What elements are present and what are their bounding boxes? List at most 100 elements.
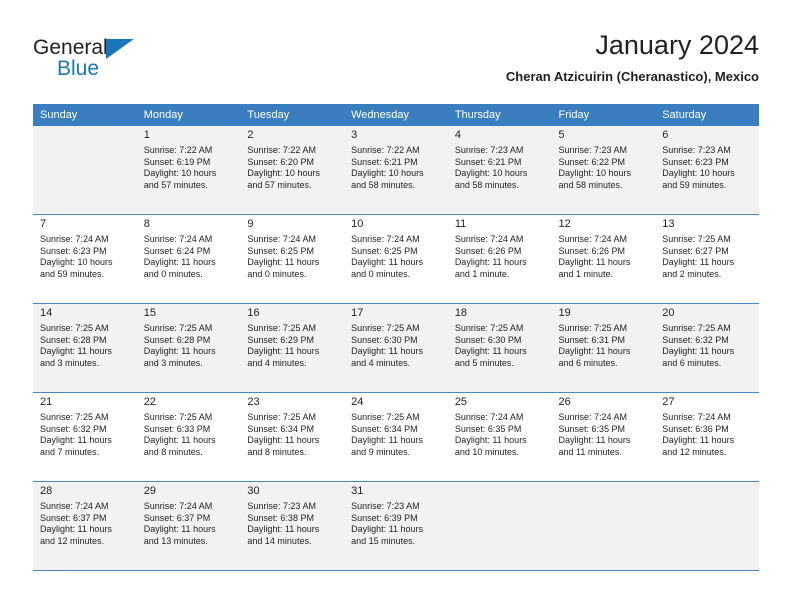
day-number: 14 xyxy=(40,307,53,319)
calendar-day-cell[interactable]: 6 Sunrise: 7:23 AM Sunset: 6:23 PM Daylight… xyxy=(655,126,759,215)
sunset-text: Sunset: 6:38 PM xyxy=(247,512,314,523)
logo-text-blue: Blue xyxy=(57,57,100,80)
sunset-text: Sunset: 6:19 PM xyxy=(143,156,211,167)
calendar-day-cell[interactable]: 29 Sunrise: 7:24 AM Sunset: 6:37 PM Dayligh… xyxy=(136,481,241,571)
day-number: 17 xyxy=(351,307,364,319)
daylight-text-line1: Daylight: 11 hours xyxy=(40,524,112,535)
weekday-header-sunday: Sunday xyxy=(33,104,137,126)
sunset-text: Sunset: 6:34 PM xyxy=(247,423,314,434)
calendar-day-cell[interactable]: 10 Sunrise: 7:24 AM Sunset: 6:25 PM Dayligh… xyxy=(344,214,448,304)
calendar-day-cell[interactable]: 23 Sunrise: 7:25 AM Sunset: 6:34 PM Dayligh… xyxy=(240,392,345,482)
daylight-text-line1: Daylight: 11 hours xyxy=(40,435,112,446)
calendar-body: 1 Sunrise: 7:22 AM Sunset: 6:19 PM Daylight… xyxy=(33,126,759,571)
sunrise-text: Sunrise: 7:25 AM xyxy=(143,412,213,422)
calendar-day-cell-empty xyxy=(551,481,656,571)
calendar-day-cell[interactable]: 2 Sunrise: 7:22 AM Sunset: 6:20 PM Daylight… xyxy=(240,126,345,215)
calendar-day-cell[interactable]: 25 Sunrise: 7:24 AM Sunset: 6:35 PM Dayligh… xyxy=(447,392,552,482)
daylight-text-line2: and 14 minutes. xyxy=(247,535,312,546)
daylight-text-line2: and 5 minutes. xyxy=(454,357,514,368)
calendar-day-cell[interactable]: 15 Sunrise: 7:25 AM Sunset: 6:28 PM Dayligh… xyxy=(136,303,241,393)
sunset-text: Sunset: 6:27 PM xyxy=(662,245,729,256)
day-number: 21 xyxy=(40,396,53,408)
calendar-day-cell[interactable]: 1 Sunrise: 7:22 AM Sunset: 6:19 PM Daylight… xyxy=(136,126,241,215)
daylight-text-line1: Daylight: 11 hours xyxy=(143,524,216,535)
day-details: Sunrise: 7:25 AM Sunset: 6:27 PM Daylight:… xyxy=(662,234,753,280)
calendar-day-cell[interactable]: 5 Sunrise: 7:23 AM Sunset: 6:22 PM Daylight… xyxy=(551,126,656,215)
calendar-day-cell[interactable]: 17 Sunrise: 7:25 AM Sunset: 6:30 PM Dayligh… xyxy=(344,303,448,393)
daylight-text-line2: and 3 minutes. xyxy=(40,357,100,368)
sunset-text: Sunset: 6:31 PM xyxy=(558,334,626,345)
daylight-text-line1: Daylight: 11 hours xyxy=(247,346,320,357)
daylight-text-line1: Daylight: 10 hours xyxy=(558,168,632,179)
calendar-day-cell[interactable]: 28 Sunrise: 7:24 AM Sunset: 6:37 PM Dayligh… xyxy=(33,481,137,571)
daylight-text-line2: and 10 minutes. xyxy=(454,446,519,457)
daylight-text-line2: and 0 minutes. xyxy=(351,268,411,279)
day-details: Sunrise: 7:23 AM Sunset: 6:22 PM Daylight:… xyxy=(559,145,650,191)
sunrise-text: Sunrise: 7:24 AM xyxy=(143,501,213,511)
sunrise-text: Sunrise: 7:24 AM xyxy=(247,234,316,244)
calendar-day-cell[interactable]: 16 Sunrise: 7:25 AM Sunset: 6:29 PM Dayligh… xyxy=(240,303,345,393)
daylight-text-line1: Daylight: 10 hours xyxy=(143,168,217,179)
sunset-text: Sunset: 6:22 PM xyxy=(558,156,626,167)
daylight-text-line1: Daylight: 10 hours xyxy=(351,168,424,179)
daylight-text-line2: and 57 minutes. xyxy=(247,179,312,190)
calendar-day-cell[interactable]: 19 Sunrise: 7:25 AM Sunset: 6:31 PM Dayligh… xyxy=(551,303,656,393)
day-number: 1 xyxy=(143,129,150,141)
day-details: Sunrise: 7:24 AM Sunset: 6:25 PM Daylight:… xyxy=(247,234,338,280)
calendar-day-cell[interactable]: 31 Sunrise: 7:23 AM Sunset: 6:39 PM Dayligh… xyxy=(344,481,448,571)
sunset-text: Sunset: 6:26 PM xyxy=(558,245,626,256)
calendar-day-cell[interactable]: 13 Sunrise: 7:25 AM Sunset: 6:27 PM Dayligh… xyxy=(655,214,759,304)
sunrise-text: Sunrise: 7:24 AM xyxy=(351,234,420,244)
sunset-text: Sunset: 6:25 PM xyxy=(247,245,314,256)
calendar-day-cell[interactable]: 14 Sunrise: 7:25 AM Sunset: 6:28 PM Dayligh… xyxy=(33,303,137,393)
day-details: Sunrise: 7:25 AM Sunset: 6:32 PM Daylight:… xyxy=(662,323,753,369)
calendar-day-cell[interactable]: 8 Sunrise: 7:24 AM Sunset: 6:24 PM Daylight… xyxy=(136,214,241,304)
day-details: Sunrise: 7:25 AM Sunset: 6:28 PM Daylight:… xyxy=(144,323,235,369)
calendar-day-cell[interactable]: 20 Sunrise: 7:25 AM Sunset: 6:32 PM Dayligh… xyxy=(655,303,759,393)
calendar-day-cell[interactable]: 27 Sunrise: 7:24 AM Sunset: 6:36 PM Dayligh… xyxy=(655,392,759,482)
day-details: Sunrise: 7:24 AM Sunset: 6:36 PM Daylight:… xyxy=(662,412,753,458)
daylight-text-line1: Daylight: 11 hours xyxy=(454,257,527,268)
calendar-day-cell[interactable]: 9 Sunrise: 7:24 AM Sunset: 6:25 PM Daylight… xyxy=(240,214,345,304)
sunrise-text: Sunrise: 7:23 AM xyxy=(662,145,731,155)
sunrise-text: Sunrise: 7:25 AM xyxy=(247,412,316,422)
title-block: January 2024 Cheran Atzicuirin (Cheranas… xyxy=(506,28,759,86)
day-details: Sunrise: 7:24 AM Sunset: 6:23 PM Daylight:… xyxy=(40,234,131,280)
calendar-day-cell[interactable]: 12 Sunrise: 7:24 AM Sunset: 6:26 PM Dayligh… xyxy=(551,214,656,304)
weekday-header-row: Sunday Monday Tuesday Wednesday Thursday Frid… xyxy=(33,104,759,126)
calendar-day-cell[interactable]: 4 Sunrise: 7:23 AM Sunset: 6:21 PM Daylight… xyxy=(447,126,552,215)
day-details: Sunrise: 7:25 AM Sunset: 6:31 PM Daylight:… xyxy=(559,323,650,369)
daylight-text-line2: and 11 minutes. xyxy=(558,446,622,457)
calendar-day-cell[interactable]: 26 Sunrise: 7:24 AM Sunset: 6:35 PM Dayligh… xyxy=(551,392,656,482)
day-number: 31 xyxy=(351,485,364,497)
day-number: 5 xyxy=(558,129,565,141)
daylight-text-line2: and 6 minutes. xyxy=(662,357,722,368)
day-details: Sunrise: 7:25 AM Sunset: 6:33 PM Daylight:… xyxy=(144,412,235,458)
calendar-day-cell-empty xyxy=(655,481,759,571)
calendar-table: Sunday Monday Tuesday Wednesday Thursday Frid… xyxy=(33,104,759,571)
calendar-day-cell[interactable]: 30 Sunrise: 7:23 AM Sunset: 6:38 PM Dayligh… xyxy=(240,481,345,571)
calendar-day-cell[interactable]: 24 Sunrise: 7:25 AM Sunset: 6:34 PM Dayligh… xyxy=(344,392,448,482)
general-blue-logo[interactable]: General Blue xyxy=(33,36,213,84)
sunset-text: Sunset: 6:28 PM xyxy=(40,334,107,345)
calendar-day-cell[interactable]: 11 Sunrise: 7:24 AM Sunset: 6:26 PM Dayligh… xyxy=(447,214,552,304)
calendar-day-cell[interactable]: 18 Sunrise: 7:25 AM Sunset: 6:30 PM Dayligh… xyxy=(447,303,552,393)
day-details: Sunrise: 7:25 AM Sunset: 6:30 PM Daylight:… xyxy=(351,323,442,369)
sunrise-text: Sunrise: 7:25 AM xyxy=(143,323,213,333)
sunset-text: Sunset: 6:30 PM xyxy=(454,334,522,345)
day-number: 28 xyxy=(40,485,53,497)
sunrise-text: Sunrise: 7:22 AM xyxy=(351,145,420,155)
daylight-text-line1: Daylight: 11 hours xyxy=(40,346,112,357)
calendar-day-cell[interactable]: 7 Sunrise: 7:24 AM Sunset: 6:23 PM Daylight… xyxy=(33,214,137,304)
daylight-text-line1: Daylight: 11 hours xyxy=(558,257,631,268)
day-number: 20 xyxy=(662,307,675,319)
sunrise-text: Sunrise: 7:23 AM xyxy=(454,145,524,155)
daylight-text-line1: Daylight: 10 hours xyxy=(662,168,735,179)
calendar-day-cell[interactable]: 22 Sunrise: 7:25 AM Sunset: 6:33 PM Dayligh… xyxy=(136,392,241,482)
daylight-text-line1: Daylight: 11 hours xyxy=(351,346,423,357)
day-number: 30 xyxy=(247,485,260,497)
sunrise-text: Sunrise: 7:23 AM xyxy=(351,501,420,511)
day-details: Sunrise: 7:24 AM Sunset: 6:26 PM Daylight:… xyxy=(559,234,650,280)
calendar-day-cell[interactable]: 21 Sunrise: 7:25 AM Sunset: 6:32 PM Dayligh… xyxy=(33,392,137,482)
calendar-day-cell[interactable]: 3 Sunrise: 7:22 AM Sunset: 6:21 PM Daylight… xyxy=(344,126,448,215)
